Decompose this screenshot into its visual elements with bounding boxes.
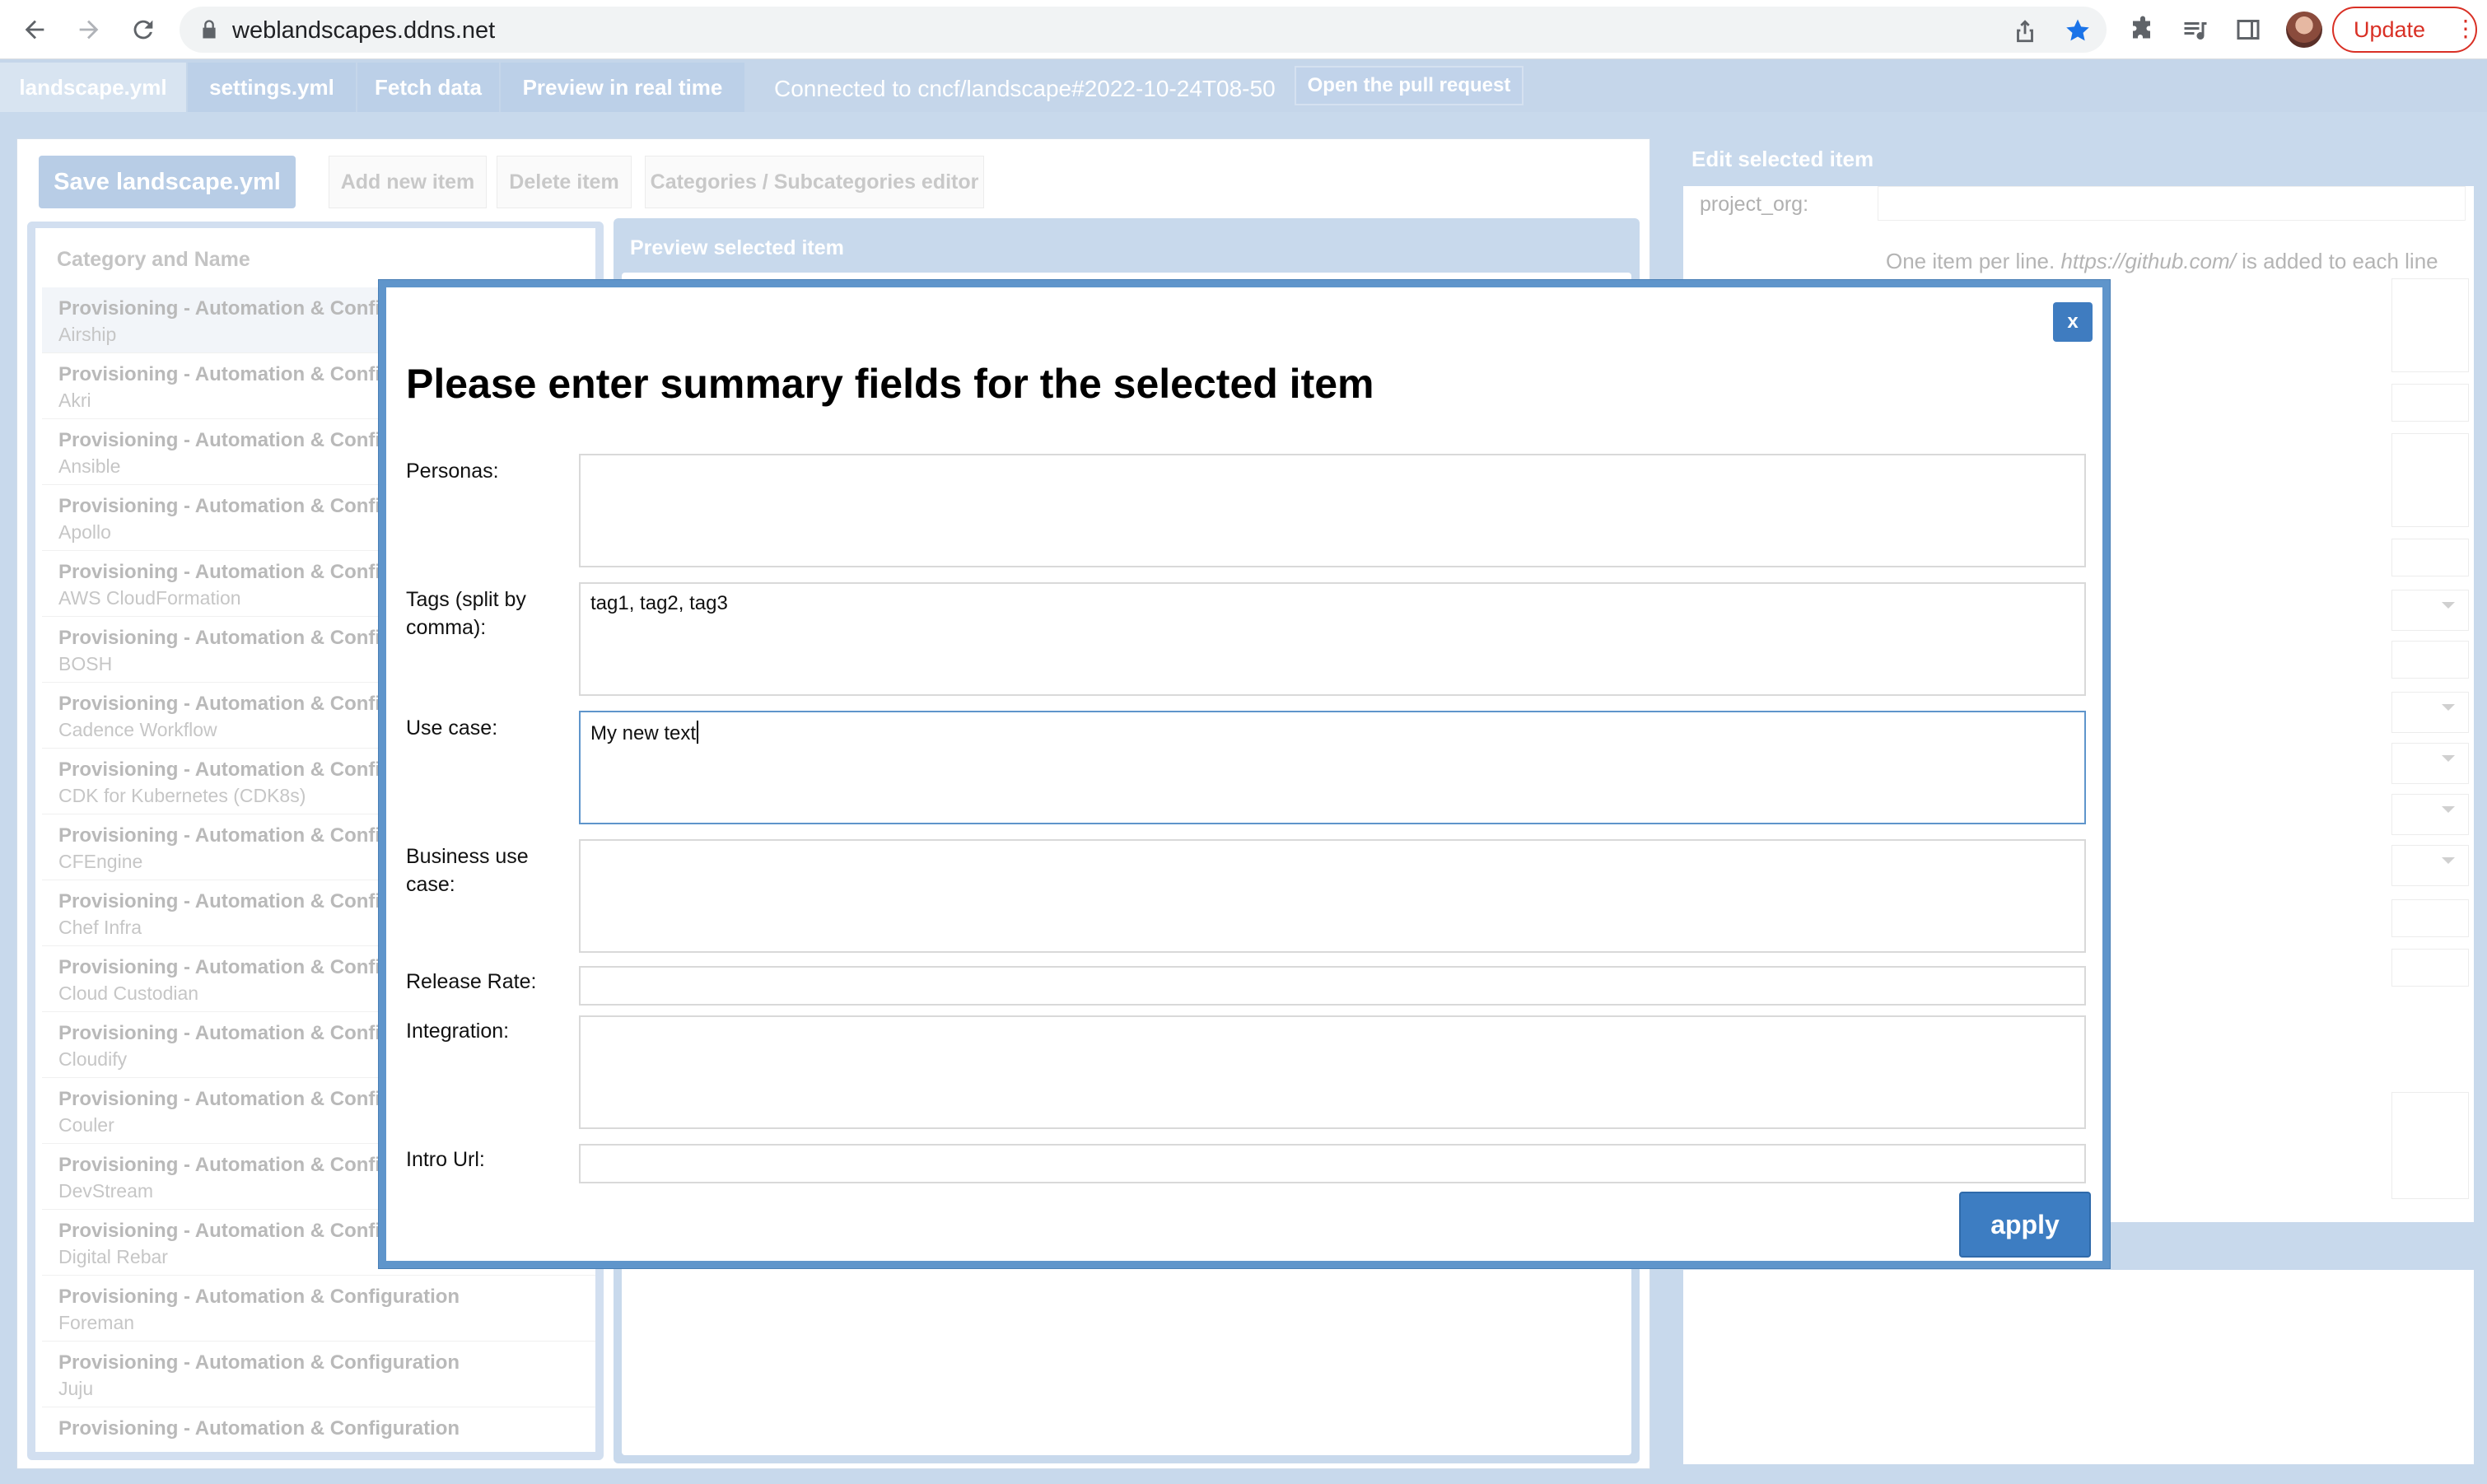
edit-select[interactable] [2391,845,2469,886]
chevron-down-icon [2442,755,2455,762]
back-button[interactable] [15,10,54,49]
tab-settings-yml[interactable]: settings.yml [188,63,356,112]
intro-url-label: Intro Url: [406,1148,485,1171]
edit-select[interactable] [2391,692,2469,733]
integration-label: Integration: [406,1020,510,1043]
lock-icon[interactable] [198,18,221,41]
profile-avatar[interactable] [2286,12,2322,48]
edit-select[interactable] [2391,743,2469,784]
arrow-right-icon [79,20,99,40]
item-name: Foreman [58,1312,135,1333]
list-item[interactable]: Provisioning - Automation & Configuratio… [42,1342,595,1407]
text-cursor [697,721,699,744]
hint-suffix: is added to each line [2235,249,2438,273]
reload-button[interactable] [124,10,163,49]
use-case-value: My new text [590,722,697,744]
app-tab-bar: landscape.yml settings.yml Fetch data Pr… [0,59,2487,112]
release-rate-label: Release Rate: [406,970,537,993]
tab-fetch-data[interactable]: Fetch data [357,63,499,112]
tab-preview-real-time[interactable]: Preview in real time [501,63,744,112]
update-label: Update [2354,16,2426,42]
hint-url: https://github.com/ [2060,249,2236,273]
delete-item-button[interactable]: Delete item [497,156,632,208]
item-category: Provisioning - Automation & Configuratio… [58,1351,460,1374]
extensions-icon[interactable] [2128,15,2158,44]
address-bar[interactable]: weblandscapes.ddns.net [180,7,2107,53]
url-text[interactable]: weblandscapes.ddns.net [232,17,495,44]
business-use-case-label: Business use case: [406,845,529,896]
forward-button[interactable] [69,10,109,49]
edit-textarea[interactable] [2391,433,2469,527]
save-landscape-button[interactable]: Save landscape.yml [39,156,296,208]
list-item[interactable]: Provisioning - Automation & Configuratio… [42,1276,595,1342]
add-item-button[interactable]: Add new item [329,156,487,208]
edit-field[interactable] [2391,539,2469,576]
categories-editor-button[interactable]: Categories / Subcategories editor [645,156,984,208]
personas-textarea[interactable] [579,454,2086,567]
item-name: Juju [58,1378,94,1399]
reload-icon [133,20,153,40]
edit-select[interactable] [2391,794,2469,835]
edit-textarea[interactable] [2391,1092,2469,1199]
dialog-title: Please enter summary fields for the sele… [406,361,1374,407]
browser-toolbar: weblandscapes.ddns.net Update ⋮ [0,0,2487,59]
release-rate-input[interactable] [579,966,2086,1006]
project-org-label: project_org: [1700,193,1809,216]
tab-landscape-yml[interactable]: landscape.yml [0,63,186,112]
chevron-down-icon [2442,602,2455,609]
use-case-label: Use case: [406,716,498,740]
share-icon[interactable] [2011,16,2039,44]
list-header: Category and Name [57,248,250,271]
media-controls-icon[interactable] [2181,15,2210,44]
close-button[interactable]: x [2053,302,2093,342]
use-case-textarea[interactable]: My new text [579,711,2086,824]
update-button[interactable]: Update ⋮ [2332,7,2477,53]
project-org-input[interactable] [1878,186,2466,221]
edit-field[interactable] [2391,641,2469,679]
tags-label: Tags (split by comma): [406,588,526,639]
edit-panel-bottom [1683,1270,2474,1464]
apply-button[interactable]: apply [1959,1192,2091,1258]
edit-panel-title: Edit selected item [1691,147,1874,171]
business-use-case-textarea[interactable] [579,839,2086,953]
open-pull-request-button[interactable]: Open the pull request [1295,66,1523,105]
edit-field[interactable] [2391,384,2469,422]
preview-title: Preview selected item [630,236,844,259]
repos-textarea[interactable] [2391,278,2469,372]
item-category: Provisioning - Automation & Configuratio… [58,1286,460,1308]
hint-prefix: One item per line. [1886,249,2061,273]
edit-field[interactable] [2391,949,2469,987]
chevron-down-icon [2442,857,2455,864]
bookmark-star-icon[interactable] [2064,16,2092,44]
side-panel-icon[interactable] [2233,15,2263,44]
summary-fields-dialog: x Please enter summary fields for the se… [379,280,2110,1268]
chevron-down-icon [2442,806,2455,813]
personas-label: Personas: [406,460,499,483]
arrow-left-icon [25,20,44,40]
edit-select[interactable] [2391,590,2469,631]
intro-url-input[interactable] [579,1144,2086,1183]
connection-status: Connected to cncf/landscape#2022-10-24T0… [774,76,1276,101]
chevron-down-icon [2442,704,2455,711]
more-vert-icon: ⋮ [2454,16,2477,41]
edit-field[interactable] [2391,899,2469,937]
repo-hint: One item per line. https://github.com/ i… [1886,249,2438,274]
list-item[interactable]: Provisioning - Automation & Configuratio… [42,1407,595,1452]
item-category: Provisioning - Automation & Configuratio… [58,1417,460,1440]
integration-textarea[interactable] [579,1015,2086,1129]
tags-textarea[interactable]: tag1, tag2, tag3 [579,582,2086,696]
